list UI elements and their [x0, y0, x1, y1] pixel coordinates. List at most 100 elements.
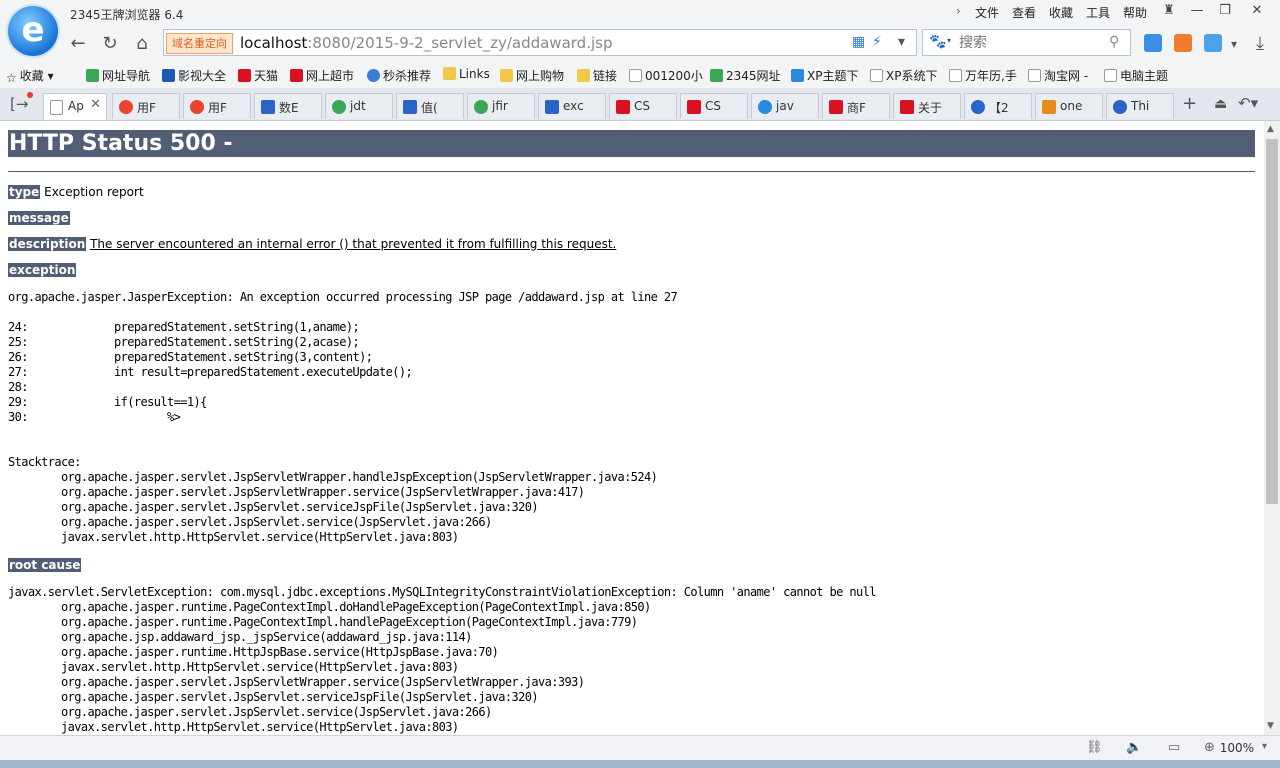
scroll-up-icon[interactable]: ▲	[1267, 124, 1274, 134]
browser-logo[interactable]: e	[8, 6, 58, 56]
window-icon[interactable]: ▭	[1168, 740, 1180, 755]
tab[interactable]: CS	[609, 93, 677, 119]
bookmark-item[interactable]: Links	[443, 67, 490, 81]
bookmark-item[interactable]: 天猫	[238, 67, 278, 84]
root-cause-label: root cause	[8, 558, 82, 572]
title-bar: 2345王牌浏览器 6.4 › 文件 查看 收藏 工具 帮助 ♜ — ❐ ✕	[0, 0, 1280, 26]
exception-row: exception	[8, 263, 77, 277]
bookmark-item[interactable]: 链接	[577, 67, 617, 84]
tab[interactable]: Thi	[1106, 93, 1174, 119]
bookmark-item[interactable]: 2345网址	[710, 67, 781, 84]
bookmark-item[interactable]: XP系统下	[870, 67, 937, 84]
tab[interactable]: 用F	[112, 93, 180, 119]
bookmark-item[interactable]: XP主题下	[791, 67, 858, 84]
url-text[interactable]: localhost:8080/2015-9-2_servlet_zy/addaw…	[240, 34, 612, 52]
page-title: HTTP Status 500 -	[8, 130, 1255, 157]
bookmark-item[interactable]: 网上超市	[290, 67, 354, 84]
zoom-icon[interactable]: ⊕	[1204, 740, 1215, 755]
taskbar	[0, 760, 1280, 768]
tab[interactable]: jav	[751, 93, 819, 119]
lightning-icon[interactable]: ⚡	[872, 34, 882, 50]
tab[interactable]: 【2	[964, 93, 1032, 119]
qr-code-icon[interactable]: ▦	[852, 34, 865, 50]
tab[interactable]: 数E	[254, 93, 322, 119]
home-button[interactable]: ⌂	[130, 32, 154, 56]
close-tab-icon[interactable]: ✕	[90, 97, 101, 112]
search-icon[interactable]: ⚲	[1109, 34, 1119, 50]
vertical-scrollbar[interactable]: ▲ ▼	[1264, 121, 1280, 735]
tab[interactable]: jfir	[467, 93, 535, 119]
bookmark-item[interactable]: 电脑主题	[1104, 67, 1168, 84]
scroll-down-icon[interactable]: ▼	[1267, 721, 1274, 731]
minimize-button[interactable]: —	[1184, 2, 1210, 22]
tab[interactable]: 值(	[396, 93, 464, 119]
chevron-right-icon[interactable]: ›	[956, 4, 961, 18]
download-icon[interactable]: ⤓	[1248, 32, 1272, 56]
bookmark-item[interactable]: 影视大全	[162, 67, 226, 84]
refresh-button[interactable]: ↻	[98, 32, 122, 56]
restore-button[interactable]: ❐	[1212, 2, 1238, 22]
tab-list-icon[interactable]: ⏏	[1214, 96, 1227, 112]
search-box[interactable]: 🐾 ▾ ⚲	[922, 29, 1131, 56]
menu-help[interactable]: 帮助	[1123, 4, 1147, 21]
undo-icon[interactable]: ↶▾	[1238, 94, 1258, 112]
notification-dot	[27, 92, 33, 98]
tab-bar: [→ Ap ✕ 用F 用F 数E jdt 值( jfir exc CS CS ja…	[0, 88, 1280, 121]
divider	[8, 171, 1255, 172]
scrollbar-thumb[interactable]	[1266, 139, 1278, 504]
type-value: Exception report	[44, 185, 144, 199]
search-engine-dropdown-icon[interactable]: ▾	[947, 36, 951, 45]
logo-icon: e	[21, 10, 45, 50]
message-row: message	[8, 211, 70, 225]
bookmark-item[interactable]: 淘宝网 -	[1028, 67, 1088, 84]
zoom-level[interactable]: 100%	[1220, 741, 1254, 755]
restore-closed-tab-icon[interactable]: [→	[10, 95, 28, 113]
tab[interactable]: 用F	[183, 93, 251, 119]
description-label: description	[8, 237, 87, 251]
sound-icon[interactable]: 🔈	[1126, 740, 1142, 755]
screenshot-dropdown-icon[interactable]: ▾	[1222, 32, 1246, 56]
skin-icon[interactable]: ♜	[1156, 2, 1182, 22]
tab[interactable]: jdt	[325, 93, 393, 119]
screenshot-icon[interactable]	[1204, 34, 1222, 52]
game-icon[interactable]	[1174, 34, 1192, 52]
redirect-badge[interactable]: 域名重定向	[166, 33, 233, 54]
menu-tools[interactable]: 工具	[1086, 4, 1110, 21]
new-tab-button[interactable]: +	[1182, 93, 1197, 114]
bookmarks-bar: ☆ 收藏 ▾ 网址导航 影视大全 天猫 网上超市 秒杀推荐 Links 网上购物 …	[0, 62, 1280, 88]
search-input[interactable]	[957, 33, 1101, 53]
message-label: message	[8, 211, 70, 225]
menu-file[interactable]: 文件	[975, 4, 999, 21]
menu-view[interactable]: 查看	[1012, 4, 1036, 21]
bookmark-item[interactable]: 万年历,手	[949, 67, 1017, 84]
zoom-dropdown-icon[interactable]: ▾	[1262, 741, 1267, 752]
bookmark-favorites[interactable]: ☆ 收藏 ▾	[6, 67, 54, 85]
window-title: 2345王牌浏览器 6.4	[70, 8, 184, 22]
tab[interactable]: 关于	[893, 93, 961, 119]
bookmark-item[interactable]: 网址导航	[86, 67, 150, 84]
address-bar[interactable]: 域名重定向 localhost:8080/2015-9-2_servlet_zy…	[163, 29, 917, 56]
bookmark-item[interactable]: 秒杀推荐	[367, 67, 431, 84]
description-row: description The server encountered an in…	[8, 237, 616, 251]
type-label: type	[8, 185, 41, 199]
page-content: HTTP Status 500 - type Exception report …	[0, 121, 1264, 735]
menu-favorites[interactable]: 收藏	[1049, 4, 1073, 21]
type-row: type Exception report	[8, 185, 144, 199]
tab[interactable]: exc	[538, 93, 606, 119]
bookmark-item[interactable]: 001200小	[629, 67, 703, 84]
tab[interactable]: CS	[680, 93, 748, 119]
dropdown-icon[interactable]: ▾	[898, 34, 905, 50]
bookmark-item[interactable]: 网上购物	[500, 67, 564, 84]
exception-label: exception	[8, 263, 77, 277]
tab[interactable]: one	[1035, 93, 1103, 119]
apps-icon[interactable]	[1144, 34, 1162, 52]
close-button[interactable]: ✕	[1244, 2, 1270, 22]
root-cause-row: root cause	[8, 558, 82, 572]
back-button[interactable]: ←	[66, 32, 90, 56]
tab-active[interactable]: Ap ✕	[43, 93, 107, 120]
link-icon[interactable]: ⛓	[1086, 740, 1103, 755]
tab[interactable]: 商F	[822, 93, 890, 119]
search-engine-icon[interactable]: 🐾	[929, 34, 946, 50]
status-bar: ⛓ 🔈 ▭ ⊕ 100% ▾	[0, 735, 1280, 761]
description-value: The server encountered an internal error…	[90, 237, 617, 251]
